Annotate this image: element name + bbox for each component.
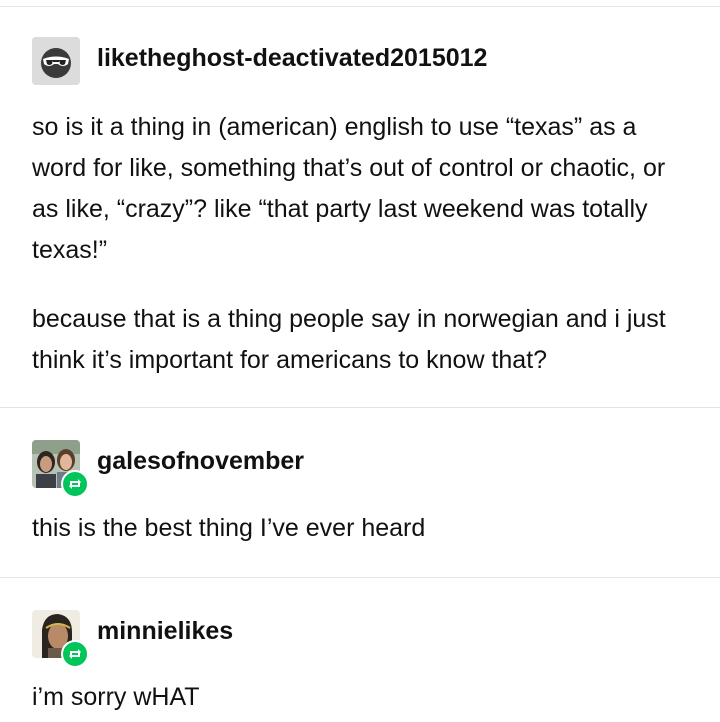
post-divider <box>0 577 720 578</box>
post-divider <box>0 407 720 408</box>
post-paragraph: because that is a thing people say in no… <box>32 305 666 374</box>
post-paragraph: i’m sorry wHAT <box>32 683 200 711</box>
post-username[interactable]: galesofnovember <box>97 446 304 476</box>
post-paragraph: so is it a thing in (american) english t… <box>32 113 666 264</box>
user-avatar[interactable] <box>32 37 80 85</box>
reblog-icon <box>61 470 89 498</box>
post-username[interactable]: liketheghost-deactivated2015012 <box>97 43 487 73</box>
post-body: this is the best thing I’ve ever heard <box>32 508 682 549</box>
sunglasses-logo-icon <box>32 37 80 85</box>
post-body: so is it a thing in (american) english t… <box>32 107 682 381</box>
post-username[interactable]: minnielikes <box>97 616 233 646</box>
post-paragraph: this is the best thing I’ve ever heard <box>32 514 426 542</box>
reblog-icon <box>61 640 89 668</box>
post-body: i’m sorry wHAT <box>32 677 682 718</box>
top-divider <box>0 6 720 7</box>
